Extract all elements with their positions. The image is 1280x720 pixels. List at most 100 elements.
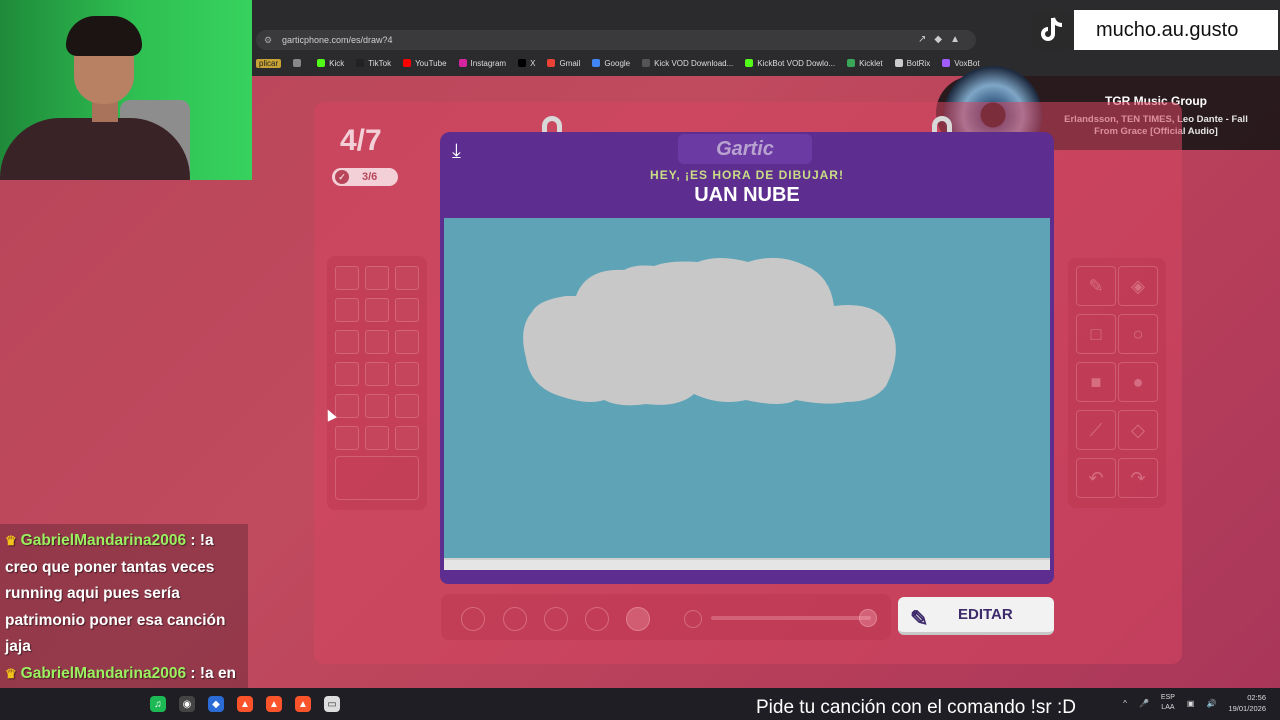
bookmark-label: plicar bbox=[256, 58, 282, 68]
chevron-up-icon[interactable]: ^ bbox=[1123, 699, 1127, 708]
rectangle-outline-icon[interactable]: □ bbox=[1076, 314, 1116, 354]
bookmark-item[interactable]: Kick bbox=[317, 59, 344, 68]
edit-button[interactable]: ✎ EDITAR bbox=[898, 597, 1054, 635]
network-icon[interactable]: ▣ bbox=[1187, 699, 1195, 708]
opacity-slider-handle[interactable] bbox=[859, 609, 877, 627]
color-swatch[interactable] bbox=[395, 362, 419, 386]
bookmark-favicon-icon bbox=[592, 59, 601, 67]
chat-message: ♛ GabrielMandarina2006 : !a creo que pone… bbox=[5, 528, 248, 661]
circle-outline-icon[interactable]: ○ bbox=[1118, 314, 1158, 354]
line-tool-icon[interactable]: ⟋ bbox=[1076, 410, 1116, 450]
share-icon[interactable]: ↗◆▲ bbox=[918, 30, 968, 50]
custom-color-slot[interactable] bbox=[335, 456, 419, 500]
bookmark-item[interactable]: YouTube bbox=[403, 58, 447, 68]
color-swatch[interactable] bbox=[335, 266, 359, 290]
bookmark-favicon-icon bbox=[894, 59, 903, 67]
opacity-slider[interactable] bbox=[711, 616, 871, 620]
edit-label: EDITAR bbox=[958, 606, 1013, 623]
color-swatch[interactable] bbox=[365, 298, 389, 322]
site-info-icon[interactable]: ⚙ bbox=[264, 30, 272, 50]
fill-bucket-icon[interactable]: ◇ bbox=[1118, 410, 1158, 450]
color-swatch[interactable] bbox=[395, 330, 419, 354]
app-icon[interactable]: ◆ bbox=[208, 696, 224, 712]
language-indicator[interactable]: ESP LAA bbox=[1161, 693, 1175, 713]
bookmark-label: X bbox=[530, 58, 536, 68]
bookmarks-bar: plicar Kick TikTok YouTube Instagram X Gmail Go… bbox=[252, 54, 1280, 72]
bookmark-item[interactable]: BotRix bbox=[894, 58, 931, 68]
color-swatch[interactable] bbox=[335, 330, 359, 354]
color-swatch[interactable] bbox=[365, 266, 389, 290]
drawing-canvas[interactable] bbox=[444, 218, 1050, 558]
round-counter: 4/7 bbox=[340, 124, 382, 157]
bookmark-item[interactable]: X bbox=[518, 59, 535, 68]
stroke-size-4[interactable] bbox=[585, 607, 609, 631]
chat-text: : !a creo que poner tantas veces running… bbox=[5, 532, 226, 655]
circle-fill-icon[interactable]: ● bbox=[1118, 362, 1158, 402]
pencil-icon: ✎ bbox=[910, 606, 929, 631]
bookmark-item[interactable]: Kicklet bbox=[847, 59, 883, 68]
bookmark-label: VoxBot bbox=[954, 58, 980, 68]
stroke-size-5[interactable] bbox=[626, 607, 650, 631]
bookmark-label: Gmail bbox=[559, 58, 581, 68]
chat-username: GabrielMandarina2006 bbox=[20, 532, 187, 549]
spotify-icon[interactable]: ♫ bbox=[150, 696, 166, 712]
bookmark-item[interactable]: plicar bbox=[256, 58, 282, 68]
pencil-tool-icon[interactable]: ✎ bbox=[1076, 266, 1116, 306]
redo-icon[interactable]: ↷ bbox=[1118, 458, 1158, 498]
color-palette bbox=[327, 256, 427, 510]
color-swatch[interactable] bbox=[395, 394, 419, 418]
brave-icon-3[interactable]: ▲ bbox=[295, 696, 311, 712]
color-swatch[interactable] bbox=[365, 330, 389, 354]
bookmark-item[interactable]: TikTok bbox=[356, 59, 391, 68]
bookmark-label: BotRix bbox=[906, 58, 931, 68]
rectangle-fill-icon[interactable]: ■ bbox=[1076, 362, 1116, 402]
color-swatch[interactable] bbox=[335, 362, 359, 386]
color-swatch[interactable] bbox=[335, 426, 359, 450]
gartic-logo: Gartic bbox=[678, 134, 812, 164]
bookmark-item[interactable]: Gmail bbox=[547, 59, 580, 68]
color-swatch[interactable] bbox=[365, 362, 389, 386]
bookmark-favicon-icon bbox=[518, 59, 527, 67]
bookmark-item[interactable] bbox=[293, 59, 305, 67]
stroke-size-2[interactable] bbox=[503, 607, 527, 631]
download-icon[interactable]: ⤓ bbox=[452, 140, 461, 163]
clock[interactable]: 02:56 19/01/2026 bbox=[1228, 692, 1266, 714]
color-swatch[interactable] bbox=[335, 298, 359, 322]
song-request-marquee: Pide tu canción con el comando !sr :D bbox=[756, 697, 1077, 718]
volume-icon[interactable]: 🔊 bbox=[1206, 699, 1216, 708]
color-swatch[interactable] bbox=[395, 426, 419, 450]
color-swatch[interactable] bbox=[395, 298, 419, 322]
color-swatch[interactable] bbox=[365, 394, 389, 418]
bookmark-favicon-icon bbox=[403, 59, 412, 67]
stroke-size-1[interactable] bbox=[461, 607, 485, 631]
brave-icon[interactable]: ▲ bbox=[237, 696, 253, 712]
lang-code: ESP bbox=[1160, 694, 1175, 701]
color-swatch[interactable] bbox=[365, 426, 389, 450]
bookmark-item[interactable]: VoxBot bbox=[942, 58, 980, 68]
mic-icon[interactable]: 🎤 bbox=[1139, 699, 1149, 708]
address-bar[interactable]: ⚙ garticphone.com/es/draw?4 ↗◆▲ bbox=[256, 30, 976, 50]
eraser-tool-icon[interactable]: ◈ bbox=[1118, 266, 1158, 306]
stroke-controls bbox=[441, 594, 891, 640]
done-count: 3/6 bbox=[362, 171, 378, 183]
file-icon[interactable]: ▭ bbox=[324, 696, 340, 712]
color-swatch[interactable] bbox=[335, 394, 359, 418]
taskbar: ♫ ◉ ◆ ▲ ▲ ▲ ▭ ^ 🎤 ESP LAA ▣ 🔊 02:56 19/0… bbox=[0, 688, 1280, 720]
stroke-size-3[interactable] bbox=[544, 607, 568, 631]
prompt-word: UAN NUBE bbox=[694, 184, 800, 206]
color-swatch[interactable] bbox=[395, 266, 419, 290]
done-badge: ✓ 3/6 bbox=[332, 168, 398, 186]
bookmark-item[interactable]: Google bbox=[592, 59, 630, 68]
tool-panel: ✎ ◈ □ ○ ■ ● ⟋ ◇ ↶ ↷ bbox=[1068, 258, 1166, 508]
obs-icon[interactable]: ◉ bbox=[179, 696, 195, 712]
tiktok-badge: mucho.au.gusto bbox=[1032, 10, 1278, 50]
bookmark-item[interactable]: Instagram bbox=[458, 59, 506, 68]
bookmark-favicon-icon bbox=[847, 59, 856, 67]
bookmark-label: Google bbox=[604, 58, 631, 68]
bookmark-item[interactable]: KickBot VOD Dowlo... bbox=[745, 59, 835, 68]
brave-icon-2[interactable]: ▲ bbox=[266, 696, 282, 712]
undo-icon[interactable]: ↶ bbox=[1076, 458, 1116, 498]
bookmark-label: YouTube bbox=[415, 58, 447, 68]
bookmark-item[interactable]: Kick VOD Download... bbox=[642, 59, 733, 68]
chat-username: GabrielMandarina2006 bbox=[20, 664, 187, 682]
